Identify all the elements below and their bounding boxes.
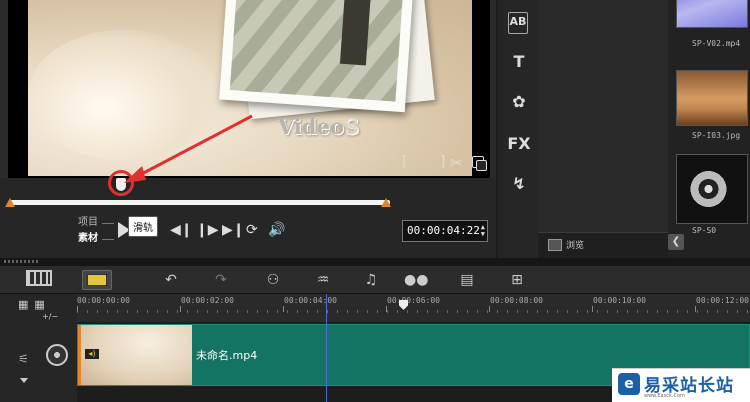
grip-handle[interactable] — [4, 260, 40, 263]
digit-shape — [339, 0, 373, 66]
site-watermark-logo: e 易采站长站 www.Easck.Com — [612, 368, 750, 402]
transition-icon[interactable]: AB — [508, 12, 528, 34]
panel-divider[interactable] — [0, 258, 750, 266]
clip-name: 未命名.mp4 — [196, 349, 258, 362]
ruler-tick — [77, 306, 78, 312]
ruler-tick-label: 00:00:10:00 — [593, 296, 646, 305]
record-capture-icon[interactable]: ⚇ — [262, 270, 284, 290]
photo-image — [229, 0, 405, 102]
timeline-view-icon — [87, 274, 107, 286]
prev-frame-icon[interactable]: ◀❙ — [170, 222, 193, 238]
video-editor-window: VideoS [ ] ✂ 项目 素材 滑轨 ◀❙ ❙▶ ▶❙ ⟳ 🔊 00:00… — [0, 0, 750, 402]
ruler-minor-ticks — [77, 310, 750, 313]
track-manager-icon[interactable]: ▦▦ — [18, 298, 51, 311]
library-thumbnails: SP-V02.mp4 SP-I03.jpg SP-S0 — [668, 0, 750, 258]
playback-controls: 项目 素材 滑轨 ◀❙ ❙▶ ▶❙ ⟳ 🔊 00:00:04:22 ▲ ▼ — [0, 210, 496, 258]
timeline-toolbar: ↶ ↷ ⚇ ♒ ♫ ●● ▤ ⊞ — [0, 266, 750, 294]
motion-tracking-icon[interactable]: ●● — [404, 270, 428, 290]
multi-camera-icon[interactable]: ⊞ — [506, 270, 528, 290]
timeline-view-button[interactable] — [82, 270, 112, 290]
logo-mark-icon: e — [618, 373, 640, 395]
library-item-label: SP-I03.jpg — [692, 131, 741, 140]
undo-icon[interactable]: ↶ — [162, 270, 180, 290]
mode-line — [102, 223, 114, 224]
library-panel: 浏览 — [538, 0, 668, 258]
ruler-tick-label: 00:00:12:00 — [696, 296, 749, 305]
title-icon[interactable]: T — [506, 52, 532, 74]
zoom-control[interactable]: +/− — [42, 312, 58, 321]
ruler-tick-label: 00:00:00:00 — [77, 296, 130, 305]
timecode-field[interactable]: 00:00:04:22 ▲ ▼ — [402, 220, 488, 242]
browse-button[interactable]: 浏览 — [548, 238, 584, 251]
storyboard-view-icon[interactable] — [26, 270, 52, 286]
ruler-tick — [695, 306, 696, 312]
mode-clip[interactable]: 素材 — [78, 231, 98, 247]
subtitle-editor-icon[interactable]: ▤ — [456, 270, 478, 290]
film-reel-icon[interactable] — [46, 344, 68, 366]
timecode-value: 00:00:04:22 — [407, 224, 480, 237]
timeline-ruler-row: ▦▦ +/− 00:00:00:00 00:00:02:00 00:00:04:… — [0, 294, 750, 322]
folder-icon — [548, 238, 562, 251]
timeline-ruler[interactable]: 00:00:00:00 00:00:02:00 00:00:04:00 00:0… — [77, 294, 750, 322]
library-category-bar: AB T ✿ FX ↯ — [498, 0, 538, 258]
annotation-circle — [108, 170, 134, 196]
ruler-tick — [489, 306, 490, 312]
ripple-edit-icon[interactable]: ⚟ — [18, 352, 29, 366]
collapse-library-icon[interactable]: ❮ — [668, 234, 684, 250]
end-icon[interactable]: ▶❙ — [222, 222, 245, 238]
mark-out-handle[interactable] — [381, 198, 391, 207]
clip-thumbnail: ◂) — [78, 325, 192, 385]
photo-card — [219, 0, 415, 113]
path-icon[interactable]: ↯ — [506, 174, 532, 196]
mode-line — [102, 239, 114, 240]
ruler-tick-label: 00:00:06:00 — [387, 296, 440, 305]
mode-project[interactable]: 项目 — [78, 215, 98, 231]
library-item-thumb[interactable] — [676, 154, 748, 224]
library-item-thumb[interactable] — [676, 0, 748, 28]
ruler-tick — [386, 306, 387, 312]
ruler-tick — [592, 306, 593, 312]
ruler-tick — [283, 306, 284, 312]
filter-icon[interactable]: FX — [506, 134, 532, 156]
timecode-spinner-icon[interactable]: ▲ ▼ — [481, 224, 485, 238]
ruler-tick-label: 00:00:02:00 — [181, 296, 234, 305]
scissors-icon[interactable]: ✂ — [450, 154, 463, 172]
ruler-tick — [180, 306, 181, 312]
graphics-icon[interactable]: ✿ — [506, 92, 532, 114]
mode-switch[interactable]: 项目 素材 — [78, 215, 98, 247]
video-overlay-text: VideoS — [278, 114, 360, 139]
playhead-line — [326, 294, 327, 402]
ruler-tick-label: 00:00:08:00 — [490, 296, 543, 305]
ruler-tick-label: 00:00:04:00 — [284, 296, 337, 305]
repeat-icon[interactable]: ⟳ — [246, 222, 258, 238]
volume-icon[interactable]: 🔊 — [268, 222, 285, 238]
auto-music-icon[interactable]: ♫ — [360, 270, 382, 290]
mark-in-handle[interactable] — [5, 198, 15, 207]
audio-mixer-icon[interactable]: ♒ — [312, 270, 334, 290]
preview-panel: VideoS [ ] ✂ 项目 素材 滑轨 ◀❙ ❙▶ ▶❙ ⟳ 🔊 00:00… — [0, 0, 496, 258]
library-footer: 浏览 — [538, 232, 668, 258]
logo-subtext: www.Easck.Com — [644, 393, 685, 399]
audio-icon: ◂) — [85, 349, 99, 359]
library-item-label: SP-V02.mp4 — [692, 39, 741, 48]
library-item-thumb[interactable] — [676, 70, 748, 126]
annotation-arrow — [124, 114, 253, 183]
copy-icon[interactable] — [472, 156, 487, 171]
scrubber-track[interactable] — [10, 200, 390, 205]
library-item-label: SP-S0 — [692, 226, 717, 235]
scrubber-tooltip: 滑轨 — [128, 216, 158, 237]
playhead-handle[interactable] — [399, 300, 408, 310]
chevron-down-icon[interactable] — [20, 378, 28, 383]
next-frame-icon[interactable]: ❙▶ — [196, 222, 219, 238]
track-header: ⚟ — [0, 322, 77, 402]
browse-label: 浏览 — [566, 241, 585, 251]
redo-icon[interactable]: ↷ — [212, 270, 230, 290]
